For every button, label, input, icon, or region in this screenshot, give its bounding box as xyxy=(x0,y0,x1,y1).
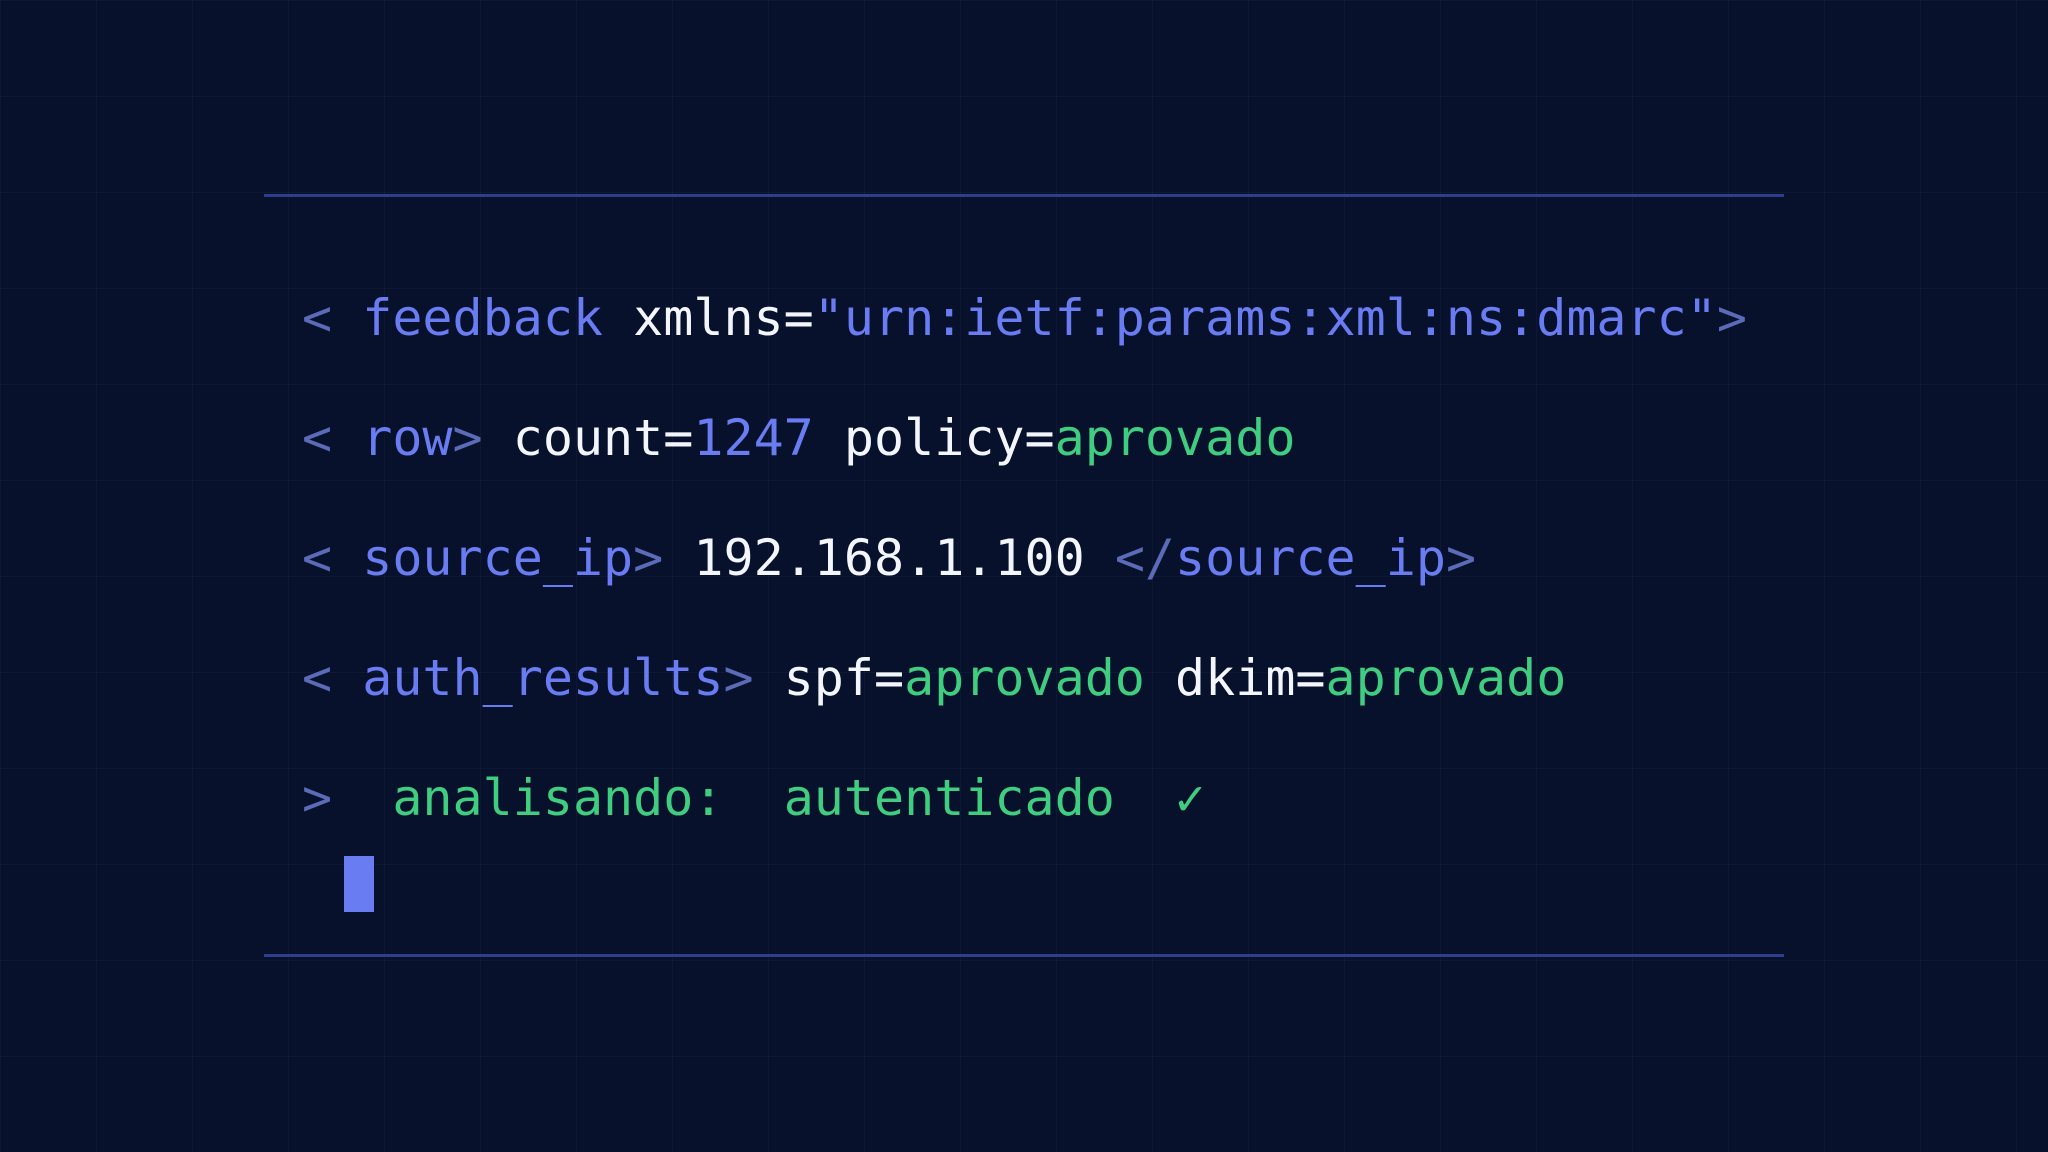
end-close-bracket: > xyxy=(1445,529,1477,587)
check-icon: ✓ xyxy=(1175,769,1206,827)
top-divider xyxy=(264,194,1784,197)
tag-auth-results: auth_results xyxy=(362,649,724,707)
dkim-key: dkim= xyxy=(1144,649,1326,707)
auth-results-line: < auth_results> spf=aprovado dkim=aprova… xyxy=(302,648,1566,708)
status-label: analisando: xyxy=(392,769,724,827)
xmlns-value: "urn:ietf:params:xml:ns:dmarc" xyxy=(813,289,1717,347)
end-open-bracket: </ xyxy=(1114,529,1176,587)
status-result: autenticado xyxy=(783,769,1115,827)
close-bracket: > xyxy=(633,529,664,587)
close-bracket: > xyxy=(723,649,754,707)
count-key: count= xyxy=(482,409,694,467)
tag-row: row xyxy=(362,409,453,467)
tag-feedback: feedback xyxy=(362,289,604,347)
status-line: > analisando: autenticado ✓ xyxy=(302,768,1205,828)
spf-value: aprovado xyxy=(904,649,1145,707)
feedback-line: < feedback xmlns="urn:ietf:params:xml:ns… xyxy=(302,288,1747,348)
prompt-chevron-icon: > xyxy=(302,769,333,827)
open-bracket: < xyxy=(302,529,363,587)
dkim-value: aprovado xyxy=(1325,649,1567,707)
open-bracket: < xyxy=(302,289,363,347)
source-ip-value: 192.168.1.100 xyxy=(663,529,1115,587)
tag-source-ip: source_ip xyxy=(362,529,634,587)
bottom-divider xyxy=(264,954,1784,957)
count-value: 1247 xyxy=(693,409,814,467)
policy-key: policy= xyxy=(813,409,1055,467)
xmlns-attribute: xmlns= xyxy=(603,289,814,347)
open-bracket: < xyxy=(302,649,363,707)
end-tag-source-ip: source_ip xyxy=(1175,529,1446,587)
spf-key: spf= xyxy=(753,649,905,707)
policy-value: aprovado xyxy=(1054,409,1296,467)
text-cursor xyxy=(344,856,374,912)
close-bracket: > xyxy=(452,409,483,467)
row-line: < row> count=1247 policy=aprovado xyxy=(302,408,1295,468)
source-ip-line: < source_ip> 192.168.1.100 </source_ip> xyxy=(302,528,1476,588)
open-bracket: < xyxy=(302,409,363,467)
close-bracket: > xyxy=(1716,289,1747,347)
